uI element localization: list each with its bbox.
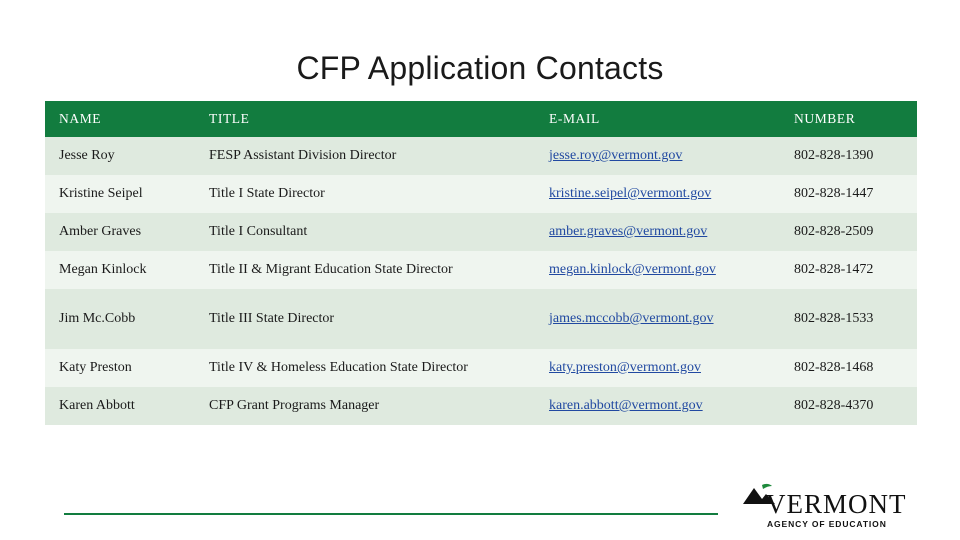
table-row: Karen Abbott CFP Grant Programs Manager … [45,387,917,425]
cell-title: Title IV & Homeless Education State Dire… [195,349,535,387]
table-row: Kristine Seipel Title I State Director k… [45,175,917,213]
cell-number: 802-828-1468 [780,349,917,387]
cell-name: Karen Abbott [45,387,195,425]
email-link[interactable]: jesse.roy@vermont.gov [549,148,682,163]
email-link[interactable]: amber.graves@vermont.gov [549,224,707,239]
cell-number: 802-828-1447 [780,175,917,213]
email-link[interactable]: kristine.seipel@vermont.gov [549,186,711,201]
contacts-table: NAME TITLE E-MAIL NUMBER Jesse Roy FESP … [45,101,917,425]
cell-email: katy.preston@vermont.gov [535,349,780,387]
email-link[interactable]: katy.preston@vermont.gov [549,360,701,375]
cell-email: amber.graves@vermont.gov [535,213,780,251]
cell-name: Katy Preston [45,349,195,387]
email-link[interactable]: james.mccobb@vermont.gov [549,311,714,326]
cell-title: FESP Assistant Division Director [195,137,535,175]
cell-number: 802-828-1472 [780,251,917,289]
cell-number: 802-828-2509 [780,213,917,251]
cell-number: 802-828-1390 [780,137,917,175]
cell-name: Jim Mc.Cobb [45,289,195,349]
page-title: CFP Application Contacts [296,50,664,86]
cell-name: Kristine Seipel [45,175,195,213]
column-header-number: NUMBER [780,101,917,137]
cell-number: 802-828-1533 [780,289,917,349]
email-link[interactable]: megan.kinlock@vermont.gov [549,262,716,277]
vermont-agency-of-education-logo: VERMONT AGENCY OF EDUCATION [742,483,914,529]
cell-title: CFP Grant Programs Manager [195,387,535,425]
column-header-name: NAME [45,101,195,137]
cell-name: Amber Graves [45,213,195,251]
footer-divider [64,513,718,515]
table-row: Jim Mc.Cobb Title III State Director jam… [45,289,917,349]
table-row: Megan Kinlock Title II & Migrant Educati… [45,251,917,289]
cell-title: Title II & Migrant Education State Direc… [195,251,535,289]
table-row: Amber Graves Title I Consultant amber.gr… [45,213,917,251]
email-link[interactable]: karen.abbott@vermont.gov [549,398,703,413]
cell-email: jesse.roy@vermont.gov [535,137,780,175]
cell-email: megan.kinlock@vermont.gov [535,251,780,289]
logo-subtitle: AGENCY OF EDUCATION [767,519,887,529]
cell-number: 802-828-4370 [780,387,917,425]
cell-name: Jesse Roy [45,137,195,175]
cell-name: Megan Kinlock [45,251,195,289]
cell-email: kristine.seipel@vermont.gov [535,175,780,213]
column-header-title: TITLE [195,101,535,137]
cell-email: karen.abbott@vermont.gov [535,387,780,425]
table-row: Katy Preston Title IV & Homeless Educati… [45,349,917,387]
table-row: Jesse Roy FESP Assistant Division Direct… [45,137,917,175]
table-header-row: NAME TITLE E-MAIL NUMBER [45,101,917,137]
cell-title: Title I Consultant [195,213,535,251]
logo-wordmark: VERMONT [766,489,907,519]
cell-title: Title I State Director [195,175,535,213]
column-header-email: E-MAIL [535,101,780,137]
cell-title: Title III State Director [195,289,535,349]
cell-email: james.mccobb@vermont.gov [535,289,780,349]
slide: CFP Application Contacts NAME TITLE E-MA… [0,0,960,540]
